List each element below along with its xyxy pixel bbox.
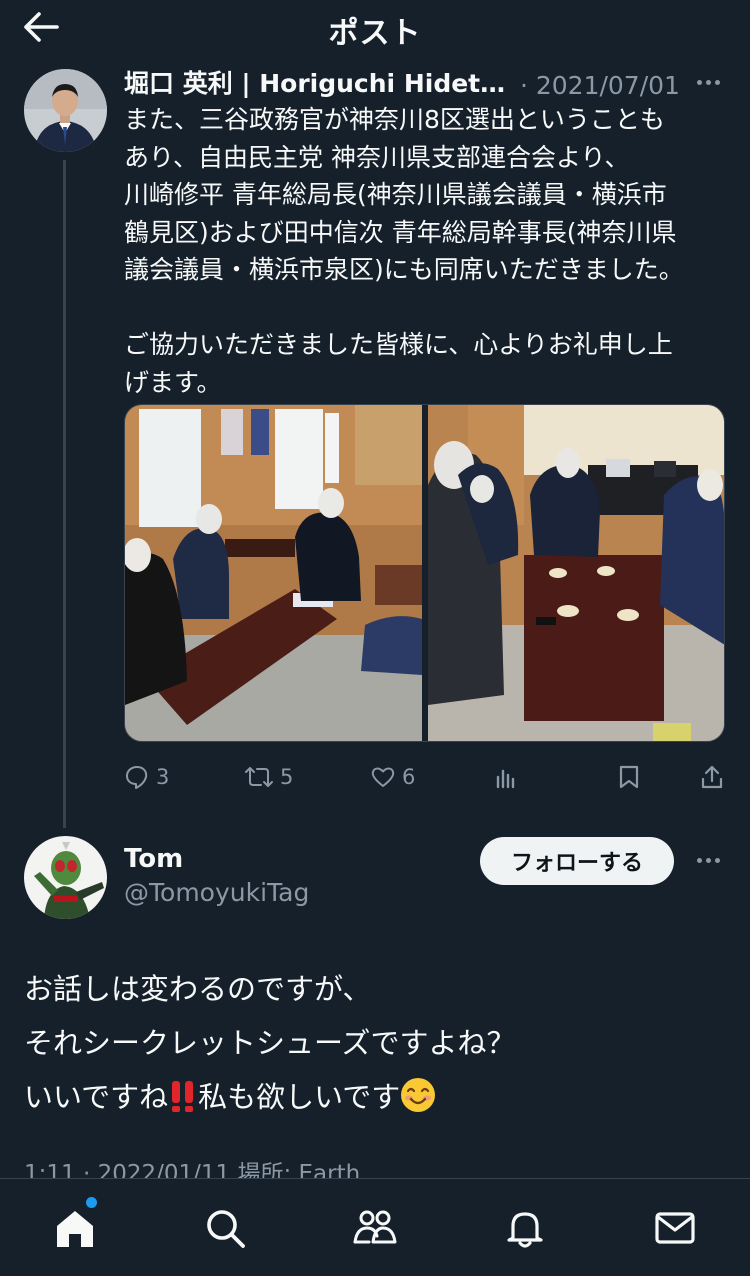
double-exclamation-icon: [172, 1081, 194, 1112]
post-date-value: 2021/07/01: [535, 71, 680, 100]
heart-icon: [371, 767, 395, 787]
communities-icon: [353, 1210, 397, 1244]
messages-icon: [655, 1212, 695, 1244]
top-bar: ポスト: [0, 0, 750, 54]
follow-button[interactable]: フォローする: [480, 837, 674, 885]
post-photo[interactable]: [427, 405, 724, 741]
search-icon: [207, 1210, 245, 1248]
reply-text: お話しは変わるのですが、 それシークレットシューズですよね？ いいですね 私も欲し…: [24, 962, 724, 1124]
reply-line-1: お話しは変わるのですが、: [24, 972, 372, 1006]
post-more-button[interactable]: [688, 67, 728, 97]
repost-count: 5: [280, 765, 294, 789]
media-grid: [124, 404, 725, 742]
reply-count: 3: [156, 765, 170, 789]
bottom-navigation: [0, 1178, 750, 1276]
reply-line-3a: いいですね: [24, 1080, 169, 1114]
smiling-face-icon: [401, 1078, 436, 1112]
nav-messages[interactable]: [647, 1203, 703, 1253]
share-button[interactable]: [700, 758, 724, 796]
comment-icon: [126, 766, 148, 789]
reply-more-button[interactable]: [688, 845, 728, 875]
nav-communities[interactable]: [347, 1203, 403, 1253]
repost-icon: [245, 767, 273, 787]
more-dots-icon: [696, 79, 702, 85]
reply-author-name[interactable]: Tom: [124, 844, 183, 874]
reply-line-3b: 私も欲しいです: [198, 1080, 401, 1114]
nav-notifications[interactable]: [497, 1203, 553, 1253]
more-dots-icon: [696, 857, 702, 863]
reply-line-2: それシークレットシューズですよね？: [24, 1026, 516, 1060]
bookmark-icon: [619, 765, 639, 789]
post-detail-screen: ポスト 堀口 英利 | Horiguchi Hideto… · 2021/07/…: [0, 0, 750, 1276]
like-count: 6: [402, 765, 416, 789]
nav-home[interactable]: [47, 1203, 103, 1253]
home-icon: [57, 1211, 93, 1247]
repost-button[interactable]: 5: [244, 758, 293, 796]
page-title: ポスト: [328, 16, 422, 51]
post-text: また、三谷政務官が神奈川8区選出ということも あり、自由民主党 神奈川県支部連合…: [124, 105, 684, 397]
notifications-icon: [507, 1212, 543, 1248]
nav-search[interactable]: [197, 1203, 253, 1253]
post-date: · 2021/07/01: [519, 71, 680, 100]
share-icon: [701, 765, 723, 789]
author-name[interactable]: 堀口 英利 | Horiguchi Hideto…: [124, 64, 512, 100]
reply-button[interactable]: 3: [124, 758, 169, 796]
reply-author-avatar[interactable]: [24, 836, 107, 919]
home-notification-dot: [86, 1197, 97, 1208]
thread-connector: [63, 160, 66, 828]
post-action-bar: 3 5 6: [124, 758, 728, 798]
like-button[interactable]: 6: [370, 758, 415, 796]
post-header: 堀口 英利 | Horiguchi Hideto… · 2021/07/01: [124, 64, 684, 100]
analytics-icon: [496, 769, 515, 789]
author-avatar[interactable]: [24, 69, 107, 152]
bookmark-button[interactable]: [618, 758, 640, 796]
post-photo[interactable]: [125, 405, 422, 741]
views-button[interactable]: [494, 758, 518, 796]
reply-author-handle[interactable]: @TomoyukiTag: [124, 878, 309, 907]
